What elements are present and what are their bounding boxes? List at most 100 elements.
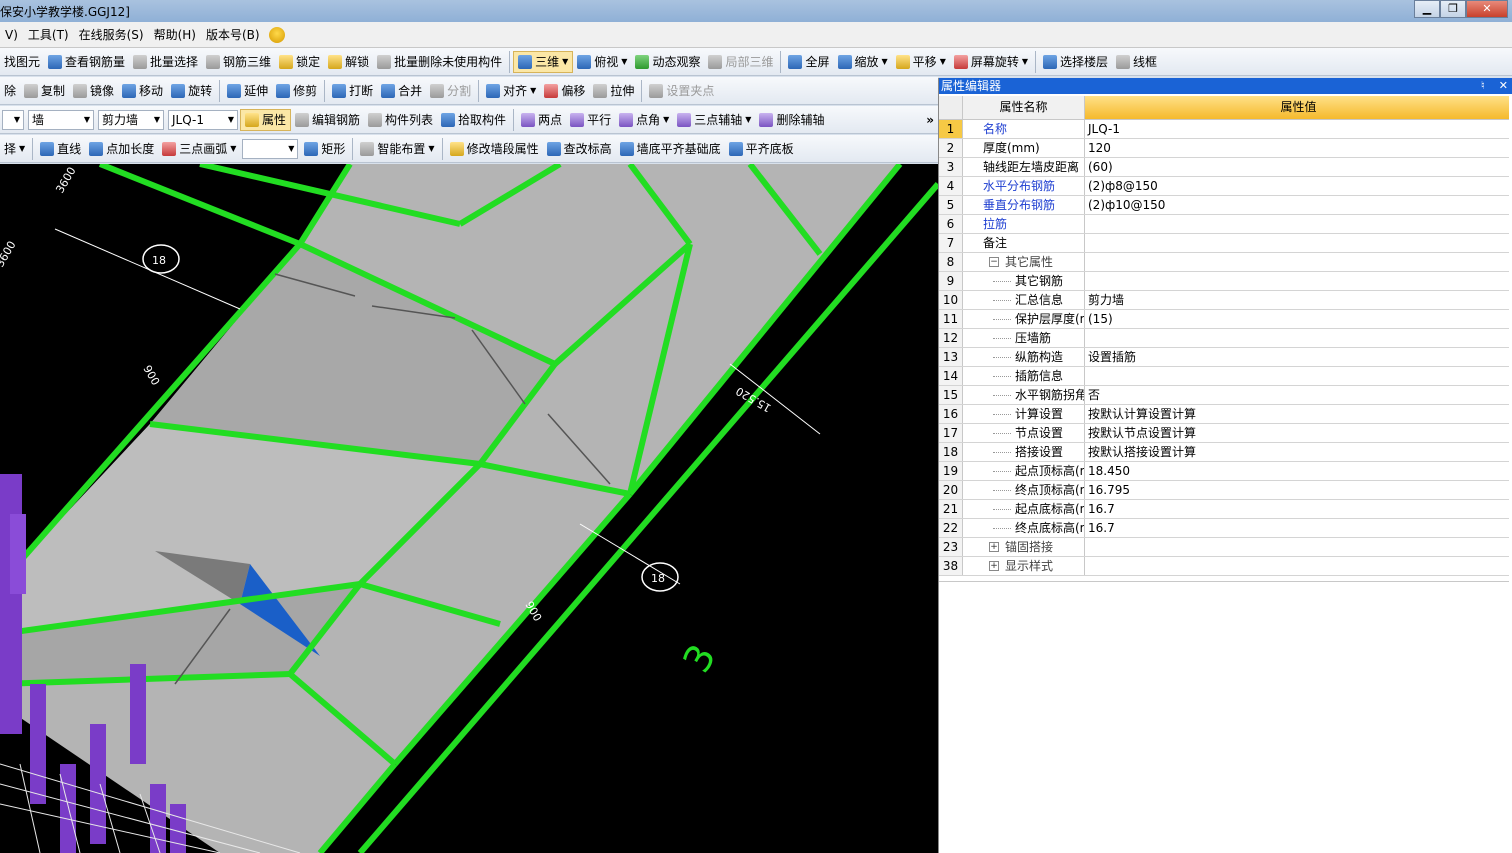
modify-wall-segment-button[interactable]: 修改墙段属性 <box>446 138 543 160</box>
3d-view-button[interactable]: 三维 ▼ <box>513 50 574 73</box>
point-angle-button[interactable]: 点角 ▼ <box>615 109 673 131</box>
property-row[interactable]: 4 水平分布钢筋 (2)ф8@150 <box>939 177 1509 196</box>
component-type-combo[interactable]: 墙 ▼ <box>28 109 94 130</box>
property-value[interactable]: (2)ф8@150 <box>1085 177 1509 195</box>
component-list-button[interactable]: 构件列表 <box>364 109 437 131</box>
expand-icon[interactable]: + <box>989 542 999 552</box>
expand-icon[interactable]: + <box>989 561 999 571</box>
property-value[interactable]: (15) <box>1085 310 1509 328</box>
menu-version[interactable]: 版本号(B) <box>201 26 265 43</box>
property-row[interactable]: 38 + 显示样式 <box>939 557 1509 576</box>
property-value[interactable]: (2)ф10@150 <box>1085 196 1509 214</box>
property-row[interactable]: 7 备注 <box>939 234 1509 253</box>
property-row[interactable]: 1 名称 JLQ-1 <box>939 120 1509 139</box>
arc-option-combo[interactable]: ▼ <box>242 138 299 159</box>
extend-button[interactable]: 延伸 <box>223 80 272 102</box>
property-row[interactable]: 14 插筋信息 <box>939 367 1509 386</box>
rebar-3d-button[interactable]: 钢筋三维 <box>202 51 275 73</box>
select-button[interactable]: 择 ▼ <box>0 138 29 160</box>
minimize-button[interactable]: ▁ <box>1414 0 1440 18</box>
property-row[interactable]: 9 其它钢筋 <box>939 272 1509 291</box>
menu-online-service[interactable]: 在线服务(S) <box>74 26 149 43</box>
property-row[interactable]: 5 垂直分布钢筋 (2)ф10@150 <box>939 196 1509 215</box>
property-row[interactable]: 21 起点底标高(m)16.7 <box>939 500 1509 519</box>
property-row[interactable]: 15 水平钢筋拐角增否 <box>939 386 1509 405</box>
property-value[interactable]: 16.795 <box>1085 481 1509 499</box>
zoom-button[interactable]: 缩放 ▼ <box>834 51 892 73</box>
check-elevation-button[interactable]: 查改标高 <box>543 138 616 160</box>
property-row[interactable]: 3 轴线距左墙皮距离 (60) <box>939 158 1509 177</box>
property-value[interactable]: 120 <box>1085 139 1509 157</box>
properties-button[interactable]: 属性 <box>240 108 292 131</box>
close-icon[interactable]: ✕ <box>1499 79 1508 92</box>
property-value[interactable] <box>1085 215 1509 233</box>
line-button[interactable]: 直线 <box>36 138 85 160</box>
move-button[interactable]: 移动 <box>118 80 167 102</box>
component-name-combo[interactable]: JLQ-1 ▼ <box>168 109 238 130</box>
menu-help[interactable]: 帮助(H) <box>149 26 201 43</box>
property-value[interactable]: 18.450 <box>1085 462 1509 480</box>
3d-viewport[interactable]: 18 18 3600 3600 900 900 15.520 3 <box>0 164 938 853</box>
property-value[interactable] <box>1085 329 1509 347</box>
wall-bottom-flush-button[interactable]: 墙底平齐基础底 <box>616 138 725 160</box>
property-value[interactable]: 16.7 <box>1085 500 1509 518</box>
copy-button[interactable]: 复制 <box>20 80 69 102</box>
property-value[interactable]: 16.7 <box>1085 519 1509 537</box>
break-button[interactable]: 打断 <box>328 80 377 102</box>
pin-icon[interactable]: ♮ <box>1481 79 1485 92</box>
property-value[interactable] <box>1085 234 1509 252</box>
property-value[interactable]: JLQ-1 <box>1085 120 1509 138</box>
menu-view[interactable]: V) <box>0 28 23 42</box>
find-element-button[interactable]: 找图元 <box>0 51 44 73</box>
edit-rebar-button[interactable]: 编辑钢筋 <box>291 109 364 131</box>
property-row[interactable]: 11 保护层厚度(mm)(15) <box>939 310 1509 329</box>
toolbar-overflow-button[interactable]: » <box>926 113 938 127</box>
property-row[interactable]: 22 终点底标高(m)16.7 <box>939 519 1509 538</box>
property-row[interactable]: 17 节点设置 按默认节点设置计算 <box>939 424 1509 443</box>
property-value[interactable] <box>1085 272 1509 290</box>
property-row[interactable]: 18 搭接设置 按默认搭接设置计算 <box>939 443 1509 462</box>
property-value[interactable] <box>1085 538 1509 556</box>
property-value[interactable]: 按默认节点设置计算 <box>1085 424 1509 442</box>
wall-type-combo[interactable]: 剪力墙 ▼ <box>98 109 164 130</box>
property-row[interactable]: 8− 其它属性 <box>939 253 1509 272</box>
pan-button[interactable]: 平移 ▼ <box>892 51 950 73</box>
property-row[interactable]: 10 汇总信息 剪力墙 <box>939 291 1509 310</box>
helmet-icon[interactable] <box>268 26 285 43</box>
delete-axis-button[interactable]: 删除辅轴 <box>755 109 828 131</box>
align-button[interactable]: 对齐 ▼ <box>482 80 540 102</box>
property-value[interactable]: (60) <box>1085 158 1509 176</box>
property-row[interactable]: 12 压墙筋 <box>939 329 1509 348</box>
three-point-arc-button[interactable]: 三点画弧 ▼ <box>158 138 240 160</box>
property-row[interactable]: 2 厚度(mm) 120 <box>939 139 1509 158</box>
lock-button[interactable]: 锁定 <box>275 51 324 73</box>
property-row[interactable]: 6 拉筋 <box>939 215 1509 234</box>
set-grip-button[interactable]: 设置夹点 <box>645 80 718 102</box>
wireframe-button[interactable]: 线框 <box>1112 51 1161 73</box>
parallel-button[interactable]: 平行 <box>566 109 615 131</box>
property-row[interactable]: 13 纵筋构造 设置插筋 <box>939 348 1509 367</box>
flush-slab-button[interactable]: 平齐底板 <box>725 138 798 160</box>
mirror-button[interactable]: 镜像 <box>69 80 118 102</box>
point-length-button[interactable]: 点加长度 <box>85 138 158 160</box>
property-value[interactable]: 按默认搭接设置计算 <box>1085 443 1509 461</box>
property-value[interactable]: 按默认计算设置计算 <box>1085 405 1509 423</box>
rectangle-button[interactable]: 矩形 <box>300 138 349 160</box>
rotate-button[interactable]: 旋转 <box>167 80 216 102</box>
collapse-icon[interactable]: − <box>989 257 999 267</box>
batch-delete-unused-button[interactable]: 批量删除未使用构件 <box>373 51 506 73</box>
delete-button[interactable]: 除 <box>0 80 20 102</box>
layer-combo[interactable]: ▼ <box>2 109 24 130</box>
offset-button[interactable]: 偏移 <box>540 80 589 102</box>
smart-layout-button[interactable]: 智能布置 ▼ <box>356 138 438 160</box>
fullscreen-button[interactable]: 全屏 <box>784 51 833 73</box>
three-point-axis-button[interactable]: 三点辅轴 ▼ <box>673 109 755 131</box>
unlock-button[interactable]: 解锁 <box>324 51 373 73</box>
top-view-button[interactable]: 俯视 ▼ <box>573 51 631 73</box>
two-point-button[interactable]: 两点 <box>517 109 566 131</box>
property-row[interactable]: 19 起点顶标高(m)18.450 <box>939 462 1509 481</box>
property-row[interactable]: 23 + 锚固搭接 <box>939 538 1509 557</box>
property-row[interactable]: 16 计算设置 按默认计算设置计算 <box>939 405 1509 424</box>
property-row[interactable]: 20 终点顶标高(m)16.795 <box>939 481 1509 500</box>
split-button[interactable]: 分割 <box>426 80 475 102</box>
